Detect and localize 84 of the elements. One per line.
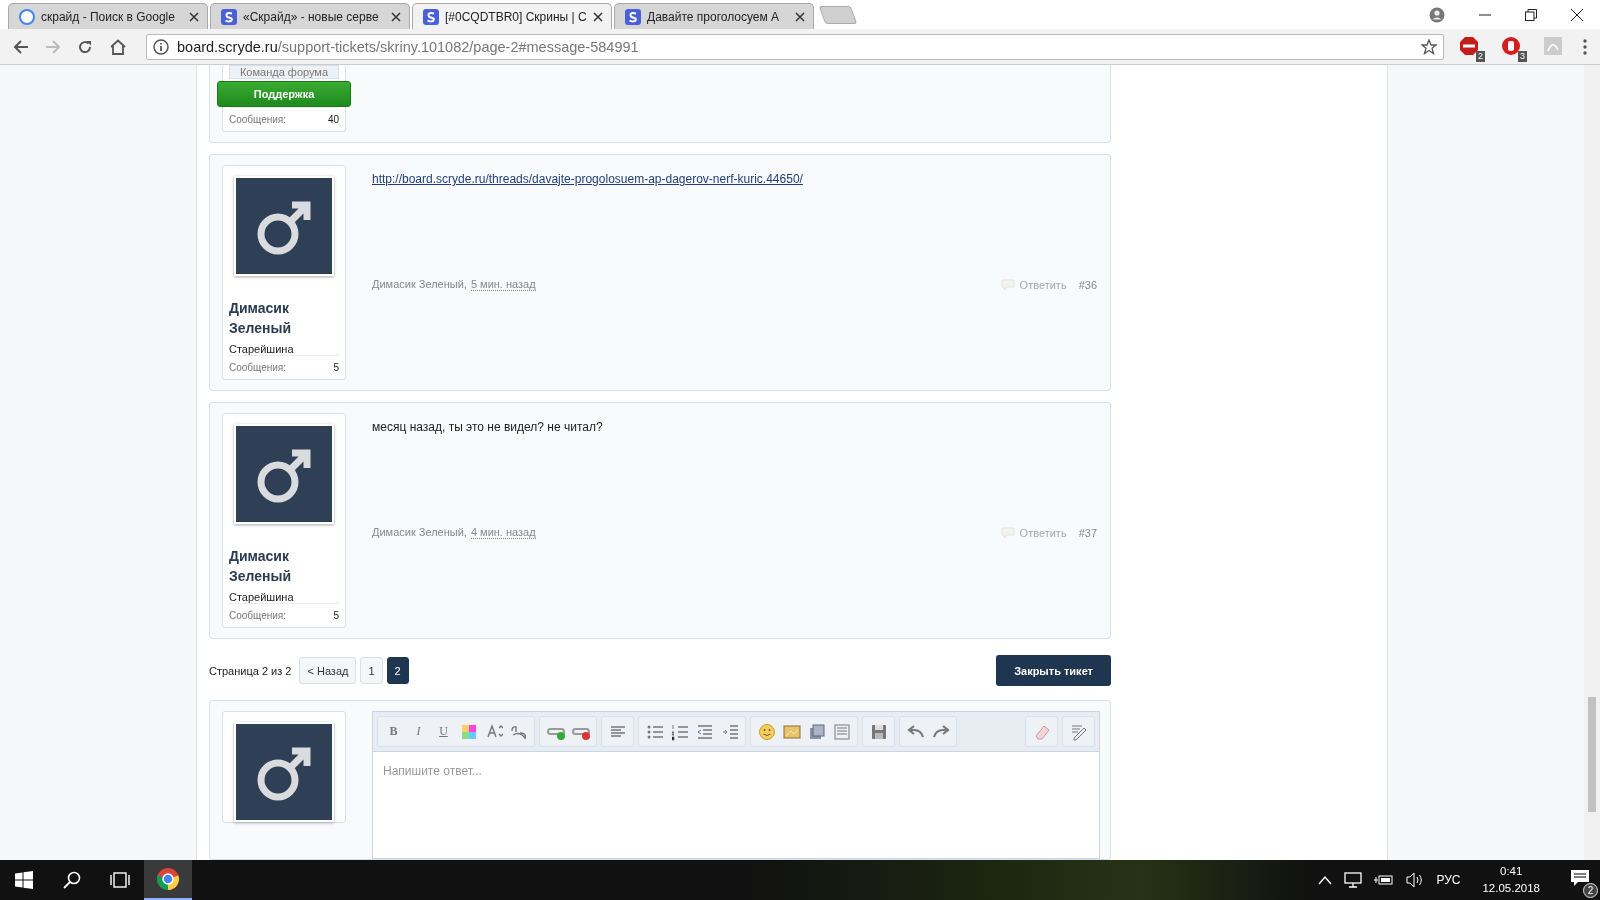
save-icon[interactable]: [869, 722, 888, 741]
format-button[interactable]: B: [381, 719, 406, 744]
network-icon[interactable]: [1344, 872, 1363, 888]
site-logo-icon: [625, 8, 641, 25]
home-icon[interactable]: [109, 38, 127, 55]
close-icon[interactable]: [391, 11, 401, 22]
browser-tab[interactable]: Давайте проголосуем А: [614, 3, 814, 29]
film-icon[interactable]: [807, 722, 826, 741]
close-ticket-button[interactable]: Закрыть тикет: [996, 655, 1111, 686]
user-title: Команда форума: [229, 65, 339, 79]
avatar-icon[interactable]: [236, 178, 332, 274]
format-button[interactable]: U: [431, 719, 456, 744]
search-icon[interactable]: [63, 871, 81, 889]
user-name[interactable]: Димасик Зеленый: [229, 298, 339, 338]
author-name[interactable]: Димасик Зеленый,: [372, 526, 467, 539]
tab-title: «Скрайд» - новые серве: [243, 9, 380, 24]
stop-sign-icon[interactable]: [1459, 35, 1479, 56]
reply-text-field[interactable]: Напишите ответ...: [372, 752, 1100, 859]
count-badge: 3: [1518, 50, 1527, 62]
speech-bubble-icon: [1000, 278, 1015, 291]
page-button[interactable]: 1: [360, 657, 383, 684]
info-icon: [153, 38, 169, 55]
notification-icon[interactable]: [1570, 869, 1590, 887]
task-view-icon[interactable]: [110, 872, 130, 888]
chevron-up-icon[interactable]: [1318, 875, 1333, 885]
color-palette-icon[interactable]: [459, 722, 478, 741]
previous-page-button[interactable]: < Назад: [299, 657, 357, 684]
avatar-icon[interactable]: [236, 724, 332, 820]
tab-title: Давайте проголосуем А: [647, 9, 781, 24]
restore-icon[interactable]: [1525, 8, 1537, 21]
site-logo-icon: [423, 8, 439, 25]
user-name[interactable]: Димасик Зеленый: [229, 546, 339, 586]
stats-value: 5: [333, 610, 339, 621]
browser-tab[interactable]: «Скрайд» - новые серве: [210, 3, 410, 29]
close-icon[interactable]: [189, 11, 199, 22]
battery-icon[interactable]: [1374, 874, 1395, 886]
post-number[interactable]: #37: [1078, 526, 1097, 539]
message-link[interactable]: http://board.scryde.ru/threads/davajte-progolosuem-ap-dagerov-nerf-kuric.44650/: [372, 172, 803, 186]
indent-icon[interactable]: [720, 722, 739, 741]
close-icon[interactable]: [795, 11, 805, 22]
stats-value: 5: [333, 362, 339, 373]
smiley-icon[interactable]: [757, 722, 776, 741]
scrollbar[interactable]: [1584, 65, 1600, 860]
message-text: месяц назад, ты это не видел? не читал?: [372, 420, 604, 434]
star-icon[interactable]: [1421, 38, 1437, 55]
browser-tab[interactable]: скрайд - Поиск в Google: [8, 3, 208, 29]
user-role: Старейшина: [229, 343, 295, 355]
count-badge: 2: [1476, 50, 1485, 62]
user-role: Старейшина: [229, 591, 295, 603]
close-icon[interactable]: [1571, 8, 1583, 21]
page-count-label: Страница 2 из 2: [209, 664, 292, 677]
close-icon[interactable]: [593, 11, 603, 22]
chrome-browser-icon[interactable]: [156, 867, 180, 891]
speaker-icon[interactable]: [1406, 872, 1425, 888]
page-button[interactable]: 2: [386, 657, 409, 684]
stats-label: Сообщения:: [229, 610, 287, 621]
more-icon[interactable]: [1583, 38, 1587, 55]
address-bar[interactable]: board.scryde.ru/support-tickets/skriny.101082/page-2#message-584991: [146, 33, 1444, 60]
reload-icon[interactable]: [77, 38, 93, 55]
author-name[interactable]: Димасик Зеленый,: [372, 278, 467, 291]
tab-title: скрайд - Поиск в Google: [41, 9, 176, 24]
tab-title: [#0CQDTBR0] Скрины | С: [445, 9, 587, 24]
outdent-icon[interactable]: [695, 722, 714, 741]
format-button[interactable]: I: [406, 719, 431, 744]
numbered-list-icon[interactable]: [670, 722, 689, 741]
windows-start-icon[interactable]: [15, 871, 33, 889]
stats-label: Сообщения:: [229, 362, 287, 373]
post-time[interactable]: 4 мин. назад: [470, 526, 536, 539]
avatar-icon[interactable]: [236, 426, 332, 522]
post-number[interactable]: #36: [1078, 278, 1097, 291]
stats-label: Сообщения:: [229, 114, 287, 125]
site-logo-icon: [221, 8, 237, 25]
url-text: board.scryde.ru/support-tickets/skriny.101082/page-2#message-584991: [177, 38, 640, 55]
language-indicator[interactable]: РУС: [1436, 873, 1461, 887]
back-arrow-icon[interactable]: [13, 38, 29, 55]
edit-source-icon[interactable]: [1069, 722, 1088, 741]
stats-value: 40: [327, 114, 339, 125]
profile-icon[interactable]: [1429, 6, 1445, 23]
notification-badge: 2: [1583, 883, 1598, 898]
user-banner: Поддержка: [217, 81, 351, 107]
speech-bubble-icon: [1000, 526, 1015, 539]
browser-tab[interactable]: [#0CQDTBR0] Скрины | С: [412, 3, 612, 29]
post-time[interactable]: 5 мин. назад: [470, 278, 536, 291]
clock[interactable]: 0:41 12.05.2018: [1482, 863, 1540, 897]
